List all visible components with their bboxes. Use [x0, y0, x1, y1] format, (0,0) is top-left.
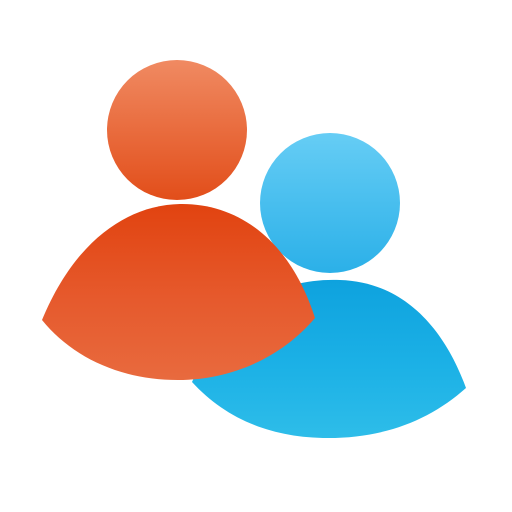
icon-canvas — [0, 0, 512, 512]
orange-person-head — [107, 60, 247, 200]
blue-person-head — [260, 133, 400, 273]
contacts-people-icon — [42, 60, 466, 438]
